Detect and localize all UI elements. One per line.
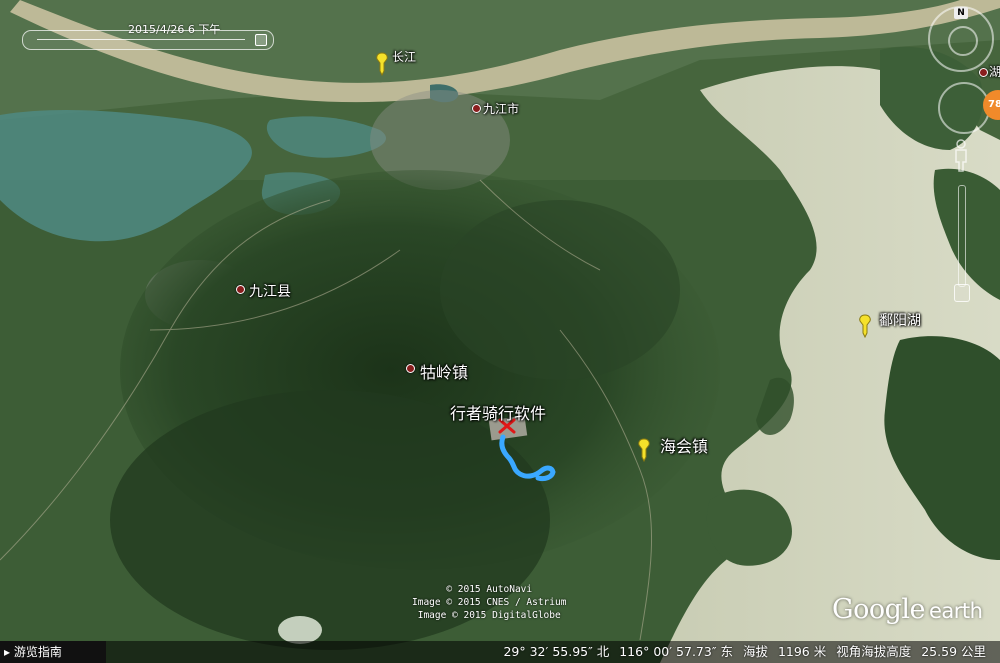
logo-google: Google <box>832 594 925 625</box>
google-earth-logo: Google earth <box>832 594 983 625</box>
tour-guide-label: 游览指南 <box>13 645 62 659</box>
route-label: 行者骑行软件 <box>450 404 547 423</box>
zoom-slider-handle[interactable] <box>954 284 970 302</box>
pegman-icon[interactable] <box>952 138 970 172</box>
tour-guide-button[interactable]: ▸ 游览指南 <box>0 641 106 663</box>
pushpin-icon[interactable] <box>856 313 874 339</box>
place-label-jiujiang-city: 九江市 <box>483 102 520 116</box>
longitude: 116° 00′ 57.73″ 东 <box>619 644 733 659</box>
place-label-jiujiang-county: 九江县 <box>249 284 291 300</box>
elevation-label: 海拔 <box>742 644 768 659</box>
attribution-line: © 2015 AutoNavi <box>446 584 533 595</box>
eye-altitude-value: 25.59 公里 <box>921 644 986 659</box>
place-dot-icon[interactable] <box>406 364 415 373</box>
place-dot-icon[interactable] <box>236 285 245 294</box>
timeline-slider-handle[interactable] <box>255 34 267 46</box>
place-dot-icon[interactable] <box>979 68 988 77</box>
logo-earth: earth <box>928 599 983 623</box>
look-joystick[interactable] <box>938 82 990 134</box>
attribution-line: Image © 2015 CNES / Astrium <box>412 597 567 608</box>
attribution: © 2015 AutoNavi Image © 2015 CNES / Astr… <box>412 583 566 622</box>
timeline-track <box>37 39 245 40</box>
pushpin-icon[interactable] <box>373 51 391 77</box>
place-label-haihui: 海会镇 <box>660 437 709 456</box>
place-label-guling: 牯岭镇 <box>420 363 469 382</box>
eye-altitude-label: 视角海拔高度 <box>836 644 912 659</box>
elevation-value: 1196 米 <box>777 644 827 659</box>
pushpin-icon[interactable] <box>635 437 653 463</box>
zoom-slider[interactable] <box>958 185 966 287</box>
latitude: 29° 32′ 55.95″ 北 <box>503 644 610 659</box>
north-indicator[interactable]: N <box>954 7 968 19</box>
compass-ring[interactable]: N <box>928 6 994 72</box>
compass-center[interactable] <box>948 26 978 56</box>
timeline-slider[interactable] <box>22 30 274 50</box>
place-dot-icon[interactable] <box>472 104 481 113</box>
place-label-changjiang: 长江 <box>392 50 417 64</box>
coordinates-readout: 29° 32′ 55.95″ 北 116° 00′ 57.73″ 东 海拔 11… <box>497 641 986 660</box>
attribution-line: Image © 2015 DigitalGlobe <box>417 610 561 621</box>
place-label-edge: 湖 <box>989 65 1000 79</box>
place-label-poyang: 鄱阳湖 <box>879 313 921 329</box>
